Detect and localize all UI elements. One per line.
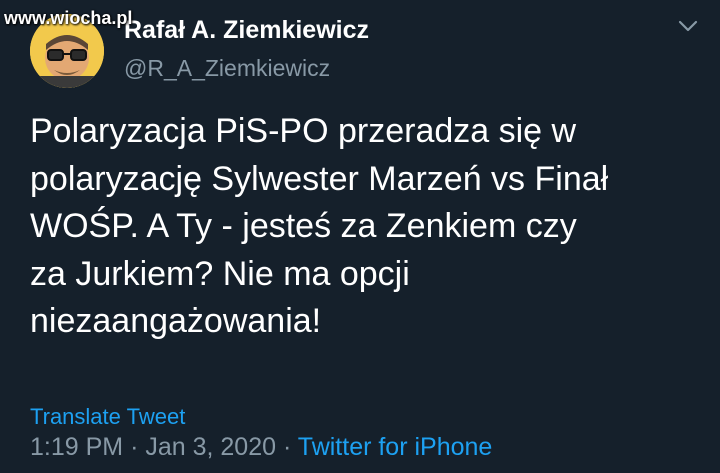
tweet-text-line: polaryzację Sylwester Marzeń vs Finał bbox=[30, 159, 609, 198]
tweet-text-line: niezaangażowania! bbox=[30, 302, 322, 340]
user-handle[interactable]: @R_A_Ziemkiewicz bbox=[124, 55, 330, 82]
tweet-date[interactable]: Jan 3, 2020 bbox=[145, 433, 276, 461]
tweet-text-line: za Jurkiem? Nie ma opcji bbox=[30, 254, 410, 293]
tweet-card: www.wiocha.pl Rafał A. Ziemkiewicz @R_A_… bbox=[0, 0, 720, 473]
tweet-metadata: 1:19 PM · Jan 3, 2020 · Twitter for iPho… bbox=[30, 433, 492, 462]
tweet-text: Polaryzacja PiS-PO przeradza się w polar… bbox=[30, 108, 700, 346]
display-name[interactable]: Rafał A. Ziemkiewicz bbox=[124, 16, 369, 45]
tweet-time[interactable]: 1:19 PM bbox=[30, 433, 123, 461]
watermark-text: www.wiocha.pl bbox=[4, 8, 133, 28]
chevron-down-icon[interactable] bbox=[676, 14, 700, 38]
tweet-text-line: Polaryzacja PiS-PO przeradza się w bbox=[30, 112, 577, 150]
meta-separator: · bbox=[282, 433, 292, 461]
tweet-text-line: WOŚP. A Ty - jesteś za Zenkiem czy bbox=[30, 207, 577, 245]
translate-tweet-link[interactable]: Translate Tweet bbox=[30, 404, 185, 430]
meta-separator: · bbox=[130, 433, 139, 461]
tweet-source-link[interactable]: Twitter for iPhone bbox=[298, 433, 493, 461]
